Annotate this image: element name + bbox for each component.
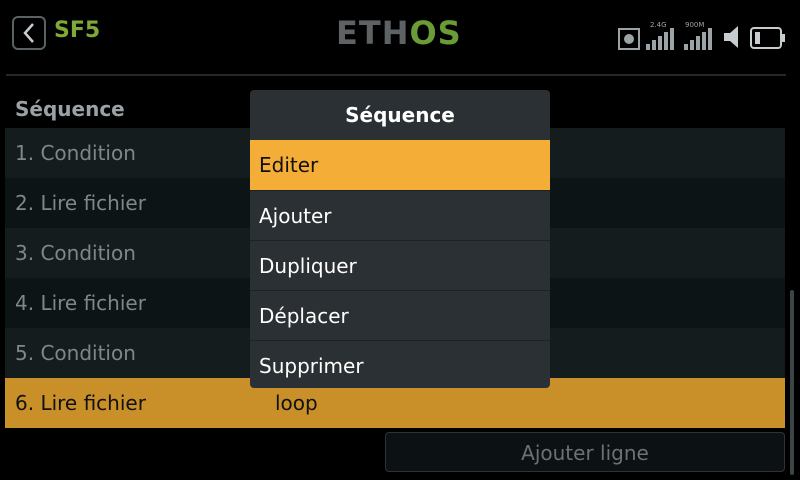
row-label: 6. Lire fichier	[15, 391, 146, 415]
row-label: 5. Condition	[15, 341, 136, 365]
menu-item-delete[interactable]: Supprimer	[250, 340, 550, 388]
row-label: 3. Condition	[15, 241, 136, 265]
chevron-left-icon	[23, 23, 34, 43]
ethos-logo: ETHOS	[336, 14, 462, 52]
header-divider	[6, 74, 786, 76]
row-label: 1. Condition	[15, 141, 136, 165]
signal-24g-icon: 2.4G	[646, 21, 674, 50]
menu-item-duplicate[interactable]: Dupliquer	[250, 240, 550, 290]
volume-icon	[724, 26, 738, 48]
menu-title: Séquence	[345, 103, 455, 127]
context-menu: Séquence Editer Ajouter Dupliquer Déplac…	[250, 90, 550, 388]
scrollbar[interactable]	[790, 290, 794, 475]
back-button[interactable]	[12, 16, 46, 50]
menu-item-edit[interactable]: Editer	[250, 140, 550, 190]
row-label: 2. Lire fichier	[15, 191, 146, 215]
battery-icon	[750, 27, 785, 49]
top-bar: SF5 ETHOS 2.4G 900M	[0, 0, 800, 70]
signal-900m-icon: 900M	[684, 21, 712, 50]
svg-text:2.4G: 2.4G	[650, 21, 667, 29]
menu-item-move[interactable]: Déplacer	[250, 290, 550, 340]
page-title: SF5	[54, 18, 101, 43]
svg-text:900M: 900M	[685, 21, 704, 29]
record-icon	[618, 28, 640, 50]
add-line-button[interactable]: Ajouter ligne	[385, 432, 785, 472]
row-label: 4. Lire fichier	[15, 291, 146, 315]
menu-item-add[interactable]: Ajouter	[250, 190, 550, 240]
status-indicators: 2.4G 900M	[618, 16, 786, 50]
